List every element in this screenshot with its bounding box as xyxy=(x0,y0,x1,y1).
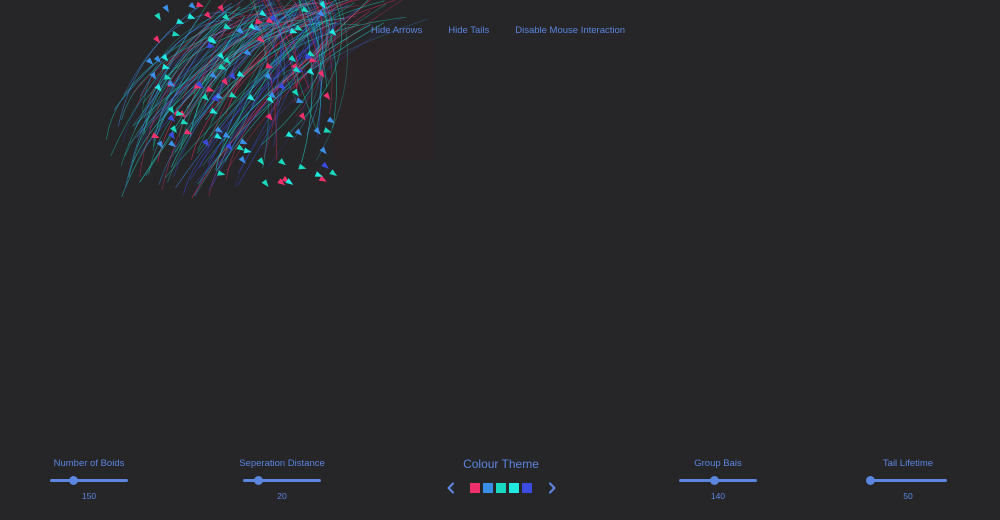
colour-swatch xyxy=(483,483,493,493)
colour-theme-control: Colour Theme xyxy=(441,457,561,495)
num-boids-control: Number of Boids 150 xyxy=(49,458,129,501)
tail-lifetime-value: 50 xyxy=(903,491,913,501)
boid-arrow xyxy=(261,179,269,187)
num-boids-slider[interactable] xyxy=(50,476,128,485)
separation-control: Seperation Distance 20 xyxy=(239,458,325,501)
boid-arrow xyxy=(171,30,181,37)
separation-slider[interactable] xyxy=(243,476,321,485)
boids-canvas[interactable] xyxy=(0,0,1000,520)
boid-arrow xyxy=(217,4,224,13)
boid-arrow xyxy=(278,158,286,166)
boid-arrow xyxy=(323,92,331,100)
boid-arrow xyxy=(228,91,238,98)
num-boids-label: Number of Boids xyxy=(53,458,125,469)
boid-arrow xyxy=(204,11,212,19)
group-bias-control: Group Bais 140 xyxy=(678,458,758,501)
separation-slider-thumb[interactable] xyxy=(254,476,264,485)
group-bias-slider-thumb[interactable] xyxy=(709,476,719,485)
group-bias-slider[interactable] xyxy=(679,476,757,485)
boid-arrow xyxy=(314,171,323,177)
boid-tail xyxy=(118,4,203,127)
tail-lifetime-control: Tail Lifetime 50 xyxy=(866,458,948,501)
boid-arrow xyxy=(162,4,169,13)
boid-arrow xyxy=(298,112,306,121)
boid-arrow xyxy=(294,128,303,136)
chevron-right-icon[interactable] xyxy=(545,481,559,495)
boid-arrow xyxy=(153,35,160,44)
boid-arrow xyxy=(329,169,338,177)
separation-value: 20 xyxy=(277,491,287,501)
colour-theme-title: Colour Theme xyxy=(463,457,539,471)
boid-arrow xyxy=(291,88,299,97)
boid-arrow xyxy=(321,161,329,169)
colour-swatch xyxy=(470,483,480,493)
hide-arrows-button[interactable]: Hide Arrows xyxy=(371,25,422,36)
group-bias-value: 140 xyxy=(710,491,726,501)
colour-swatch xyxy=(496,483,506,493)
disable-mouse-interaction-button[interactable]: Disable Mouse Interaction xyxy=(515,25,625,36)
boids-stage[interactable]: Hide Arrows Hide Tails Disable Mouse Int… xyxy=(0,0,1000,520)
num-boids-value: 150 xyxy=(81,491,97,501)
colour-swatch xyxy=(509,483,519,493)
boid-arrow xyxy=(323,127,332,133)
boid-tail xyxy=(113,2,232,110)
tail-lifetime-label: Tail Lifetime xyxy=(882,458,934,469)
separation-label: Seperation Distance xyxy=(239,458,325,469)
num-boids-slider-thumb[interactable] xyxy=(68,476,78,485)
tail-lifetime-slider-thumb[interactable] xyxy=(866,476,876,485)
boid-arrow xyxy=(154,12,161,21)
boid-arrow xyxy=(298,163,307,170)
boid-arrow xyxy=(168,140,177,148)
boid-arrow xyxy=(188,2,196,10)
colour-swatches xyxy=(469,483,534,493)
faded-canvas-region xyxy=(334,40,434,160)
chevron-left-icon[interactable] xyxy=(444,481,458,495)
tail-lifetime-slider[interactable] xyxy=(866,476,947,485)
colour-swatch xyxy=(522,483,532,493)
colour-theme-row xyxy=(441,481,561,495)
hide-tails-button[interactable]: Hide Tails xyxy=(448,25,489,36)
boid-arrow xyxy=(265,113,273,121)
boid-arrow xyxy=(313,127,321,135)
boid-arrow xyxy=(257,157,264,166)
group-bias-label: Group Bais xyxy=(694,458,742,469)
boid-arrow xyxy=(195,1,205,8)
top-controls: Hide Arrows Hide Tails Disable Mouse Int… xyxy=(371,25,651,36)
boid-arrow xyxy=(238,155,246,164)
boid-arrow xyxy=(217,170,226,176)
